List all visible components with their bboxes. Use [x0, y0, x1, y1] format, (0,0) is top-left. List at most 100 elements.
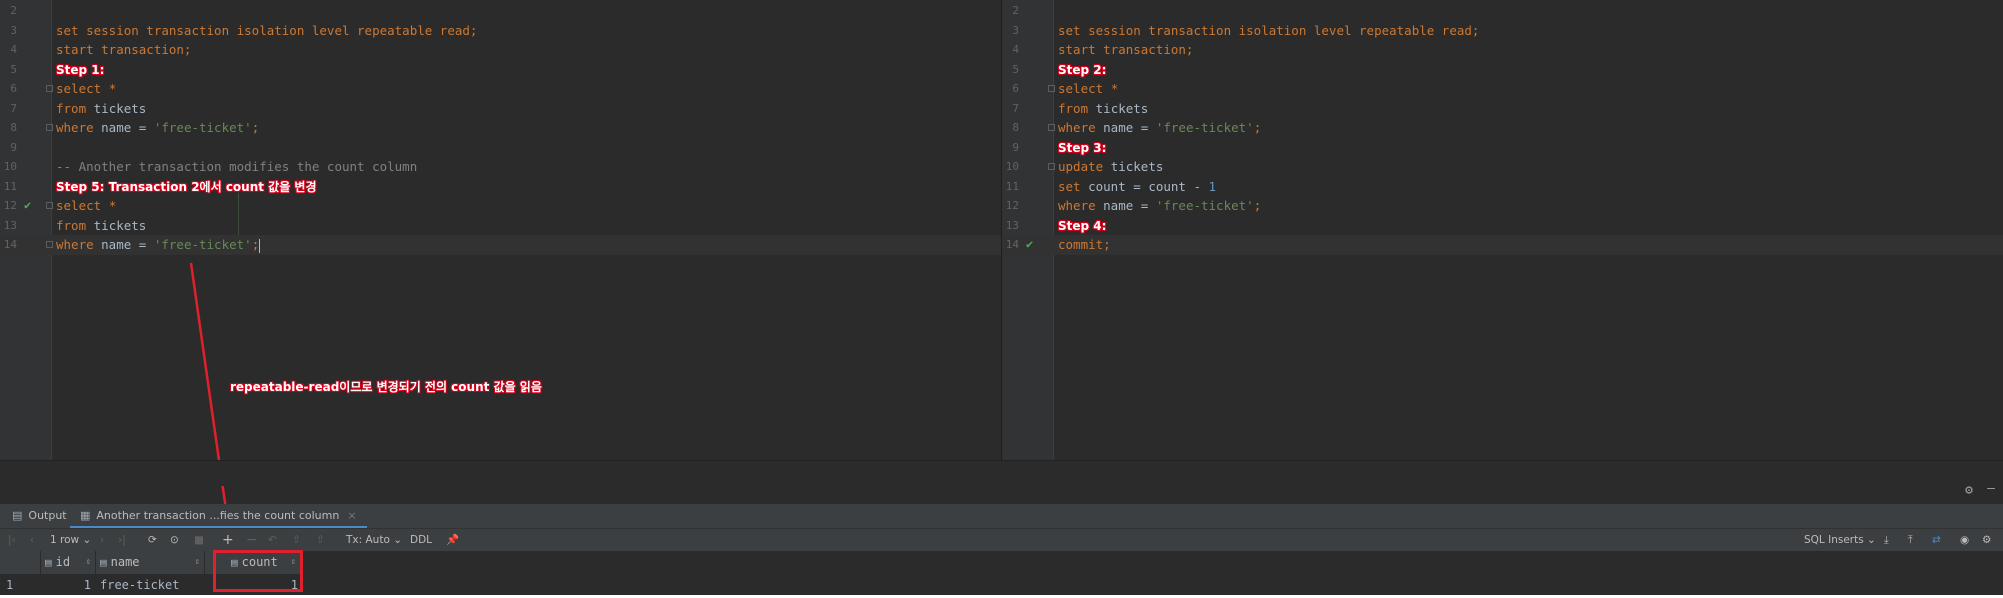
line-number: 3 [10, 23, 17, 37]
line-number: 13 [3, 218, 17, 232]
code-text: update tickets [1058, 157, 1163, 177]
code-token: set [1058, 178, 1089, 194]
code-line[interactable]: 13 from tickets [0, 216, 1001, 236]
fold-icon[interactable] [1048, 124, 1055, 131]
column-icon: ▤ [100, 556, 107, 569]
code-line[interactable]: 14 where name = 'free-ticket'; [0, 235, 1001, 255]
code-line[interactable]: 8 where name = 'free-ticket'; [1002, 118, 2003, 138]
cell-id[interactable]: 1 [41, 574, 91, 596]
close-icon[interactable]: × [347, 509, 356, 522]
query-icon[interactable]: ⊙ [170, 529, 179, 551]
download-icon[interactable]: ⤓ [1884, 529, 1889, 551]
prev-page-icon[interactable]: ‹ [30, 529, 34, 551]
last-page-icon[interactable]: ›| [118, 529, 126, 551]
column-header-name[interactable]: ▤ name ⇕ [96, 551, 205, 574]
code-token: 'free-ticket' [153, 237, 252, 252]
submit-icon[interactable]: ⇪ [292, 529, 301, 551]
code-line[interactable]: 8 where name = 'free-ticket'; [0, 118, 1001, 138]
code-line[interactable]: 11 set count = count - 1 [1002, 177, 2003, 197]
code-line[interactable]: 6 select * [0, 79, 1001, 99]
tx-mode-label: Tx: Auto [346, 534, 390, 546]
code-token: tickets [93, 217, 147, 233]
code-line[interactable]: 13 Step 4: [1002, 216, 2003, 236]
cell-name[interactable]: free-ticket [100, 574, 200, 596]
line-number: 5 [1012, 62, 1019, 76]
panel-separator [0, 460, 2003, 486]
code-line[interactable]: 9 Step 3: [1002, 138, 2003, 158]
code-token: from [56, 217, 94, 233]
code-token: name = [101, 120, 154, 135]
code-line[interactable]: 10 -- Another transaction modifies the co… [0, 157, 1001, 177]
code-line[interactable]: 4 start transaction; [1002, 40, 2003, 60]
tab-result[interactable]: ▦ Another transaction ...fies the count c… [70, 504, 367, 528]
code-token: where [56, 237, 102, 252]
tx-mode-select[interactable]: Tx: Auto ⌄ [346, 529, 402, 551]
pin-icon[interactable]: 📌 [446, 529, 459, 551]
fold-icon[interactable] [46, 202, 53, 209]
code-line[interactable]: 4 start transaction; [0, 40, 1001, 60]
code-line[interactable]: 6 select * [1002, 79, 2003, 99]
gear-icon[interactable]: ⚙ [1965, 483, 1973, 498]
editor-right[interactable]: 2 3 set session transaction isolation leve… [1002, 0, 2003, 460]
code-line[interactable]: 7 from tickets [1002, 99, 2003, 119]
line-number: 7 [10, 101, 17, 115]
code-line[interactable]: 10 update tickets [1002, 157, 2003, 177]
code-line[interactable]: 14 ✔ commit; [1002, 235, 2003, 255]
code-token: 'free-ticket' [1155, 198, 1254, 213]
line-number: 3 [1012, 23, 1019, 37]
tab-output[interactable]: ▤ Output [2, 504, 77, 528]
upload-icon[interactable]: ⇧ [316, 529, 325, 551]
code-line[interactable]: 5 Step 1: [0, 60, 1001, 80]
code-token: start transaction; [56, 42, 192, 57]
code-token: set session transaction isolation level … [1058, 22, 1480, 38]
ddl-button[interactable]: DDL [410, 529, 432, 551]
column-header-id[interactable]: ▤ id ⇕ [41, 551, 96, 574]
revert-icon[interactable]: ↶ [268, 529, 277, 551]
refresh-icon[interactable]: ⟳ [148, 529, 157, 551]
add-row-icon[interactable]: + [222, 529, 234, 551]
row-count-select[interactable]: 1 row ⌄ [50, 529, 91, 551]
code-token: where [1058, 198, 1104, 213]
minimize-icon[interactable]: – [1987, 481, 1995, 496]
line-number: 5 [10, 62, 17, 76]
code-line[interactable]: 7 from tickets [0, 99, 1001, 119]
code-line[interactable]: 11 Step 5: Transaction 2에서 count 값을 변경 [0, 177, 1001, 197]
code-text: select * [1058, 79, 1118, 99]
output-icon: ▤ [12, 509, 23, 522]
fold-icon[interactable] [1048, 85, 1055, 92]
fold-icon[interactable] [46, 85, 53, 92]
code-token: tickets [93, 100, 147, 116]
code-line[interactable]: 3 set session transaction isolation level… [1002, 21, 2003, 41]
stop-icon[interactable]: ■ [194, 529, 204, 551]
code-line[interactable]: 12 where name = 'free-ticket'; [1002, 196, 2003, 216]
export-format-select[interactable]: SQL Inserts ⌄ [1804, 529, 1876, 551]
code-token: * [1110, 81, 1119, 96]
code-line[interactable]: 3 set session transaction isolation level… [0, 21, 1001, 41]
delete-row-icon[interactable]: − [246, 529, 258, 551]
line-number: 11 [1005, 179, 1019, 193]
code-line[interactable]: 5 Step 2: [1002, 60, 2003, 80]
first-page-icon[interactable]: |‹ [8, 529, 16, 551]
next-page-icon[interactable]: › [100, 529, 104, 551]
checkmark-icon: ✔ [1026, 237, 1034, 251]
code-token: update [1058, 159, 1111, 174]
settings-icon[interactable]: ⚙ [1982, 529, 1991, 551]
code-line[interactable]: 9 [0, 138, 1001, 158]
compare-icon[interactable]: ⇄ [1932, 529, 1941, 551]
code-text: select * [56, 79, 116, 99]
code-line[interactable]: 2 [0, 1, 1001, 21]
view-icon[interactable]: ◉ [1960, 529, 1969, 551]
code-token: select [56, 81, 109, 96]
upload-data-icon[interactable]: ⤒ [1908, 529, 1913, 551]
sort-icon[interactable]: ⇕ [195, 551, 200, 574]
fold-icon[interactable] [1048, 163, 1055, 170]
code-line[interactable]: 2 [1002, 1, 2003, 21]
sort-icon[interactable]: ⇕ [86, 551, 91, 574]
code-token: commit; [1058, 237, 1111, 252]
line-number: 9 [10, 140, 17, 154]
fold-icon[interactable] [46, 124, 53, 131]
code-token: ; [251, 237, 260, 252]
code-line[interactable]: 12 ✔ select * [0, 196, 1001, 216]
fold-icon[interactable] [46, 241, 53, 248]
result-toolbar: |‹ ‹ 1 row ⌄ › ›| ⟳ ⊙ ■ + − ↶ ⇪ ⇧ Tx: Au… [0, 529, 2003, 551]
